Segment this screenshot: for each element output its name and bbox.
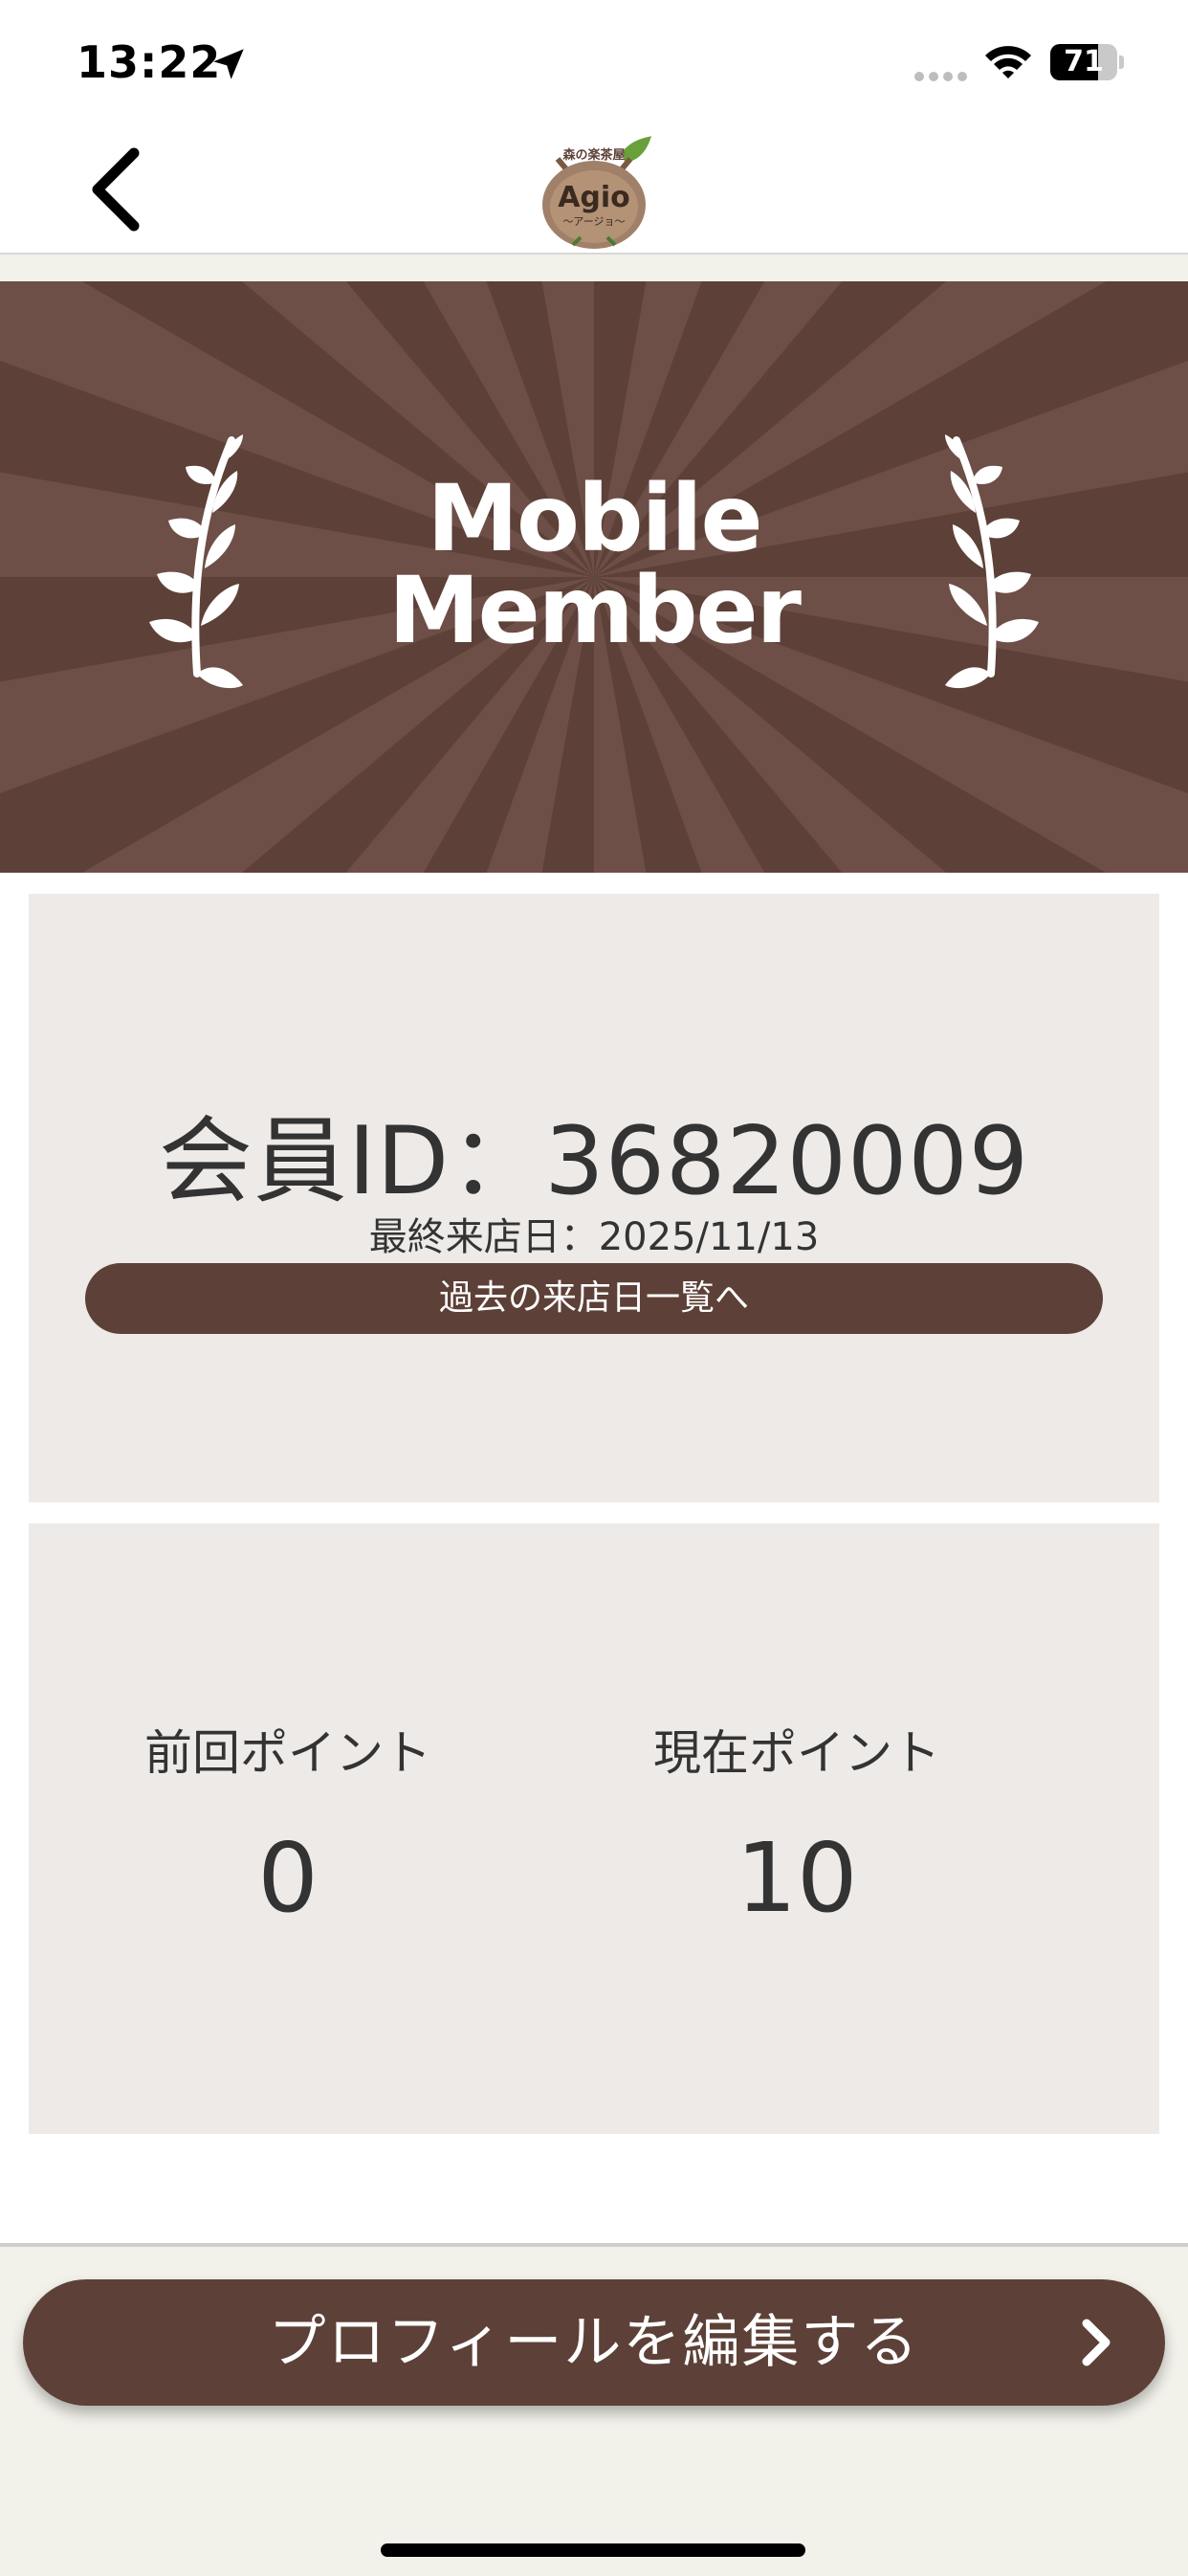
banner-title-line2: Member [388, 557, 802, 664]
points-card: 前回ポイント 0 現在ポイント 10 [29, 1523, 1159, 2134]
previous-points-value: 0 [257, 1822, 319, 1934]
laurel-left-icon [149, 434, 243, 689]
member-id: 会員ID：36820009 [158, 1107, 1030, 1216]
status-bar: 13:22 71 [0, 0, 1188, 126]
home-indicator [381, 2543, 805, 2557]
nav-bar: 森の楽茶屋 Agio 〜アージョ〜 [0, 126, 1188, 255]
status-time: 13:22 [77, 36, 222, 88]
laurel-right-icon [945, 434, 1039, 689]
banner-title-line1: Mobile [427, 465, 762, 572]
mobile-member-banner: Mobile Member [0, 281, 1188, 873]
member-card: 会員ID：36820009 最終来店日：2025/11/13 過去の来店日一覧へ [29, 894, 1159, 1502]
current-points-label: 現在ポイント [653, 1725, 940, 1781]
back-button[interactable] [77, 134, 163, 239]
chevron-left-icon [92, 147, 140, 232]
edit-profile-button[interactable]: プロフィールを編集する [23, 2279, 1165, 2406]
logo-main-text: Agio [558, 181, 630, 214]
battery-percentage: 71 [1064, 45, 1104, 78]
previous-points: 前回ポイント 0 [34, 1715, 541, 1934]
logo-top-text: 森の楽茶屋 [562, 147, 625, 163]
current-points: 現在ポイント 10 [543, 1715, 1050, 1934]
banner-title: Mobile Member [307, 473, 881, 656]
visit-history-button[interactable]: 過去の来店日一覧へ [85, 1263, 1103, 1334]
last-visit-date: 最終来店日：2025/11/13 [368, 1215, 820, 1259]
battery-icon: 71 [1050, 44, 1124, 80]
chevron-right-icon [1082, 2319, 1111, 2366]
texture-strip [0, 255, 1188, 281]
current-points-value: 10 [736, 1822, 858, 1934]
previous-points-label: 前回ポイント [144, 1725, 431, 1781]
signal-icon [914, 72, 967, 81]
location-arrow-icon [213, 49, 244, 79]
logo-sub-text: 〜アージョ〜 [562, 215, 625, 228]
agio-logo: 森の楽茶屋 Agio 〜アージョ〜 [542, 136, 651, 249]
edit-profile-label: プロフィールを編集する [268, 2309, 920, 2376]
wifi-icon [985, 46, 1031, 78]
footer: プロフィールを編集する [0, 2243, 1188, 2576]
